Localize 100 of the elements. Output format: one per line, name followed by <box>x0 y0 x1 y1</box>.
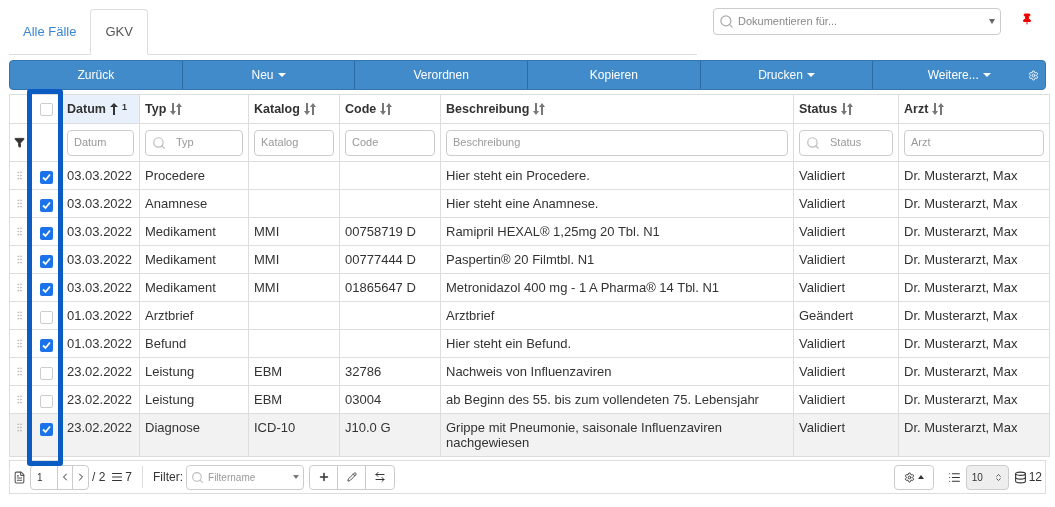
table-cell: Grippe mit Pneumonie, saisonale Influenzaviren nachgewiesen <box>446 420 723 450</box>
column-header[interactable]: Katalog <box>248 94 340 124</box>
pin-icon[interactable] <box>1021 13 1033 25</box>
table-cell: Medikament <box>145 252 216 267</box>
toolbar-button[interactable]: Weitere... <box>872 61 1046 89</box>
database-icon <box>1013 470 1027 484</box>
column-header[interactable]: Status <box>793 94 899 124</box>
plus-icon <box>317 471 330 483</box>
table-cell: Validiert <box>799 168 845 183</box>
table-row[interactable]: 03.03.2022 Medikament MMI 00758719 D Ramipril HEXAL® 1,25mg 20 Tbl. N1 Validiert Dr. Musterarzt, Max <box>9 217 1050 246</box>
table-cell: Dr. Musterarzt, Max <box>904 420 1018 435</box>
drag-handle-icon[interactable] <box>14 310 25 321</box>
checkbox[interactable] <box>39 367 53 380</box>
tab[interactable]: Alle Fälle <box>9 9 91 55</box>
page-total: / 2 <box>92 469 106 486</box>
checkbox[interactable] <box>39 283 53 296</box>
table-row[interactable]: 01.03.2022 Arztbrief Arztbrief Geändert Dr. Musterarzt, Max <box>9 301 1050 330</box>
page-field[interactable]: 1 <box>31 465 58 489</box>
table-cell: 00777444 D <box>345 252 416 267</box>
table-row[interactable]: 03.03.2022 Anamnese Hier steht eine Anamnese. Validiert Dr. Musterarzt, Max <box>9 189 1050 218</box>
checkbox[interactable] <box>39 339 53 352</box>
pencil-icon <box>346 472 357 482</box>
checkbox[interactable] <box>39 171 53 184</box>
search-icon <box>191 470 205 484</box>
settings-icon[interactable] <box>1028 69 1040 81</box>
total-count: 12 <box>1028 469 1042 486</box>
table-row[interactable]: 03.03.2022 Procedere Hier steht ein Procedere. Validiert Dr. Musterarzt, Max <box>9 161 1050 190</box>
table-row[interactable]: 03.03.2022 Medikament MMI 01865647 D Metronidazol 400 mg - 1 A Pharma® 14 Tbl. N1 Validiert Dr. Musterarzt, Max <box>9 273 1050 302</box>
settings-button[interactable] <box>893 464 934 490</box>
drag-handle-icon[interactable] <box>14 226 25 237</box>
table-cell: Hier steht eine Anamnese. <box>446 196 599 211</box>
drag-handle-icon[interactable] <box>14 282 25 293</box>
table-cell: 03.03.2022 <box>67 224 133 239</box>
table-cell: Anamnese <box>145 196 208 211</box>
placeholder: Dokumentieren für... <box>738 14 839 30</box>
search-icon <box>719 14 734 29</box>
toolbar-button[interactable]: Verordnen <box>354 61 527 89</box>
table-cell: Dr. Musterarzt, Max <box>904 364 1018 379</box>
table-cell: ab Beginn des 55. bis zum vollendeten 75. Lebensjahr <box>446 392 759 407</box>
sort-order: 1 <box>121 103 127 112</box>
table-cell: Diagnose <box>145 420 200 435</box>
caret-icon <box>917 475 924 479</box>
table-cell: Dr. Musterarzt, Max <box>904 280 1018 295</box>
settings-icon <box>903 471 915 483</box>
table-cell: Validiert <box>799 336 845 351</box>
drag-handle-icon[interactable] <box>14 338 25 349</box>
table-cell: Arztbrief <box>145 308 194 323</box>
drag-handle-icon[interactable] <box>14 170 25 181</box>
table-cell: 03004 <box>345 392 382 407</box>
column-header[interactable]: Datum 1 <box>61 94 140 124</box>
table-row[interactable]: 03.03.2022 Medikament MMI 00777444 D Paspertin® 20 Filmtbl. N1 Validiert Dr. Musterarzt, Max <box>9 245 1050 274</box>
toolbar-button[interactable]: Kopieren <box>527 61 700 89</box>
page-size-select[interactable]: 10 <box>965 464 1009 490</box>
search-icon <box>152 135 166 150</box>
drag-handle-icon[interactable] <box>14 394 25 405</box>
tab[interactable]: GKV <box>90 9 148 55</box>
table-cell: MMI <box>254 224 280 239</box>
column-header[interactable]: Beschreibung <box>440 94 794 124</box>
table-cell: Dr. Musterarzt, Max <box>904 392 1018 407</box>
table-cell: Ramipril HEXAL® 1,25mg 20 Tbl. N1 <box>446 224 660 239</box>
document-for-field[interactable]: Dokumentieren für... <box>713 8 1001 35</box>
toolbar-button[interactable]: Drucken <box>699 61 873 89</box>
table-cell: Nachweis von Influenzaviren <box>446 364 612 379</box>
checkbox[interactable] <box>39 227 53 240</box>
table-cell: Validiert <box>799 364 845 379</box>
table-cell: ICD-10 <box>254 420 296 435</box>
table-cell: Medikament <box>145 280 216 295</box>
table-cell: 01.03.2022 <box>67 336 133 351</box>
table-cell: Validiert <box>799 252 845 267</box>
checkbox[interactable] <box>39 423 53 436</box>
drag-handle-icon[interactable] <box>14 422 25 433</box>
table-cell: MMI <box>254 252 280 267</box>
checkbox[interactable] <box>39 311 53 324</box>
table-row[interactable]: 01.03.2022 Befund Hier steht ein Befund. Validiert Dr. Musterarzt, Max <box>9 329 1050 358</box>
toolbar-button[interactable]: Neu <box>181 61 355 89</box>
toolbar-button[interactable]: Zurück <box>10 61 182 89</box>
drag-handle-icon[interactable] <box>14 198 25 209</box>
table-row[interactable]: 23.02.2022 Diagnose ICD-10 J10.0 G Grippe mit Pneumonie, saisonale Influenzaviren nachgewiesen Validiert Dr. Musterarzt, Max <box>9 413 1050 457</box>
table-row[interactable]: 23.02.2022 Leistung EBM 03004 ab Beginn des 55. bis zum vollendeten 75. Lebensjahr Validiert Dr. Musterarzt, Max <box>9 385 1050 414</box>
table-cell: Metronidazol 400 mg - 1 A Pharma® 14 Tbl. N1 <box>446 280 720 295</box>
dropdown-arrow-icon <box>989 19 995 24</box>
filter-label: Filter: <box>153 469 184 486</box>
table-row[interactable]: 23.02.2022 Leistung EBM 32786 Nachweis von Influenzaviren Validiert Dr. Musterarzt, Max <box>9 357 1050 386</box>
table-cell: 00758719 D <box>345 224 416 239</box>
table-cell: Procedere <box>145 168 205 183</box>
drag-handle-icon[interactable] <box>14 366 25 377</box>
column-header[interactable]: Arzt <box>898 94 1050 124</box>
checkbox[interactable] <box>39 255 53 268</box>
column-header[interactable]: Code <box>339 94 441 124</box>
search-icon <box>806 135 820 150</box>
checkbox[interactable] <box>39 199 53 212</box>
table-cell: 23.02.2022 <box>67 420 133 435</box>
table-cell: Geändert <box>799 308 854 323</box>
column-header[interactable]: Typ <box>139 94 249 124</box>
table-cell: Validiert <box>799 224 845 239</box>
table-cell: 03.03.2022 <box>67 252 133 267</box>
checkbox[interactable] <box>39 395 53 408</box>
table-cell: EBM <box>254 364 283 379</box>
checkbox[interactable] <box>39 102 53 116</box>
drag-handle-icon[interactable] <box>14 254 25 265</box>
